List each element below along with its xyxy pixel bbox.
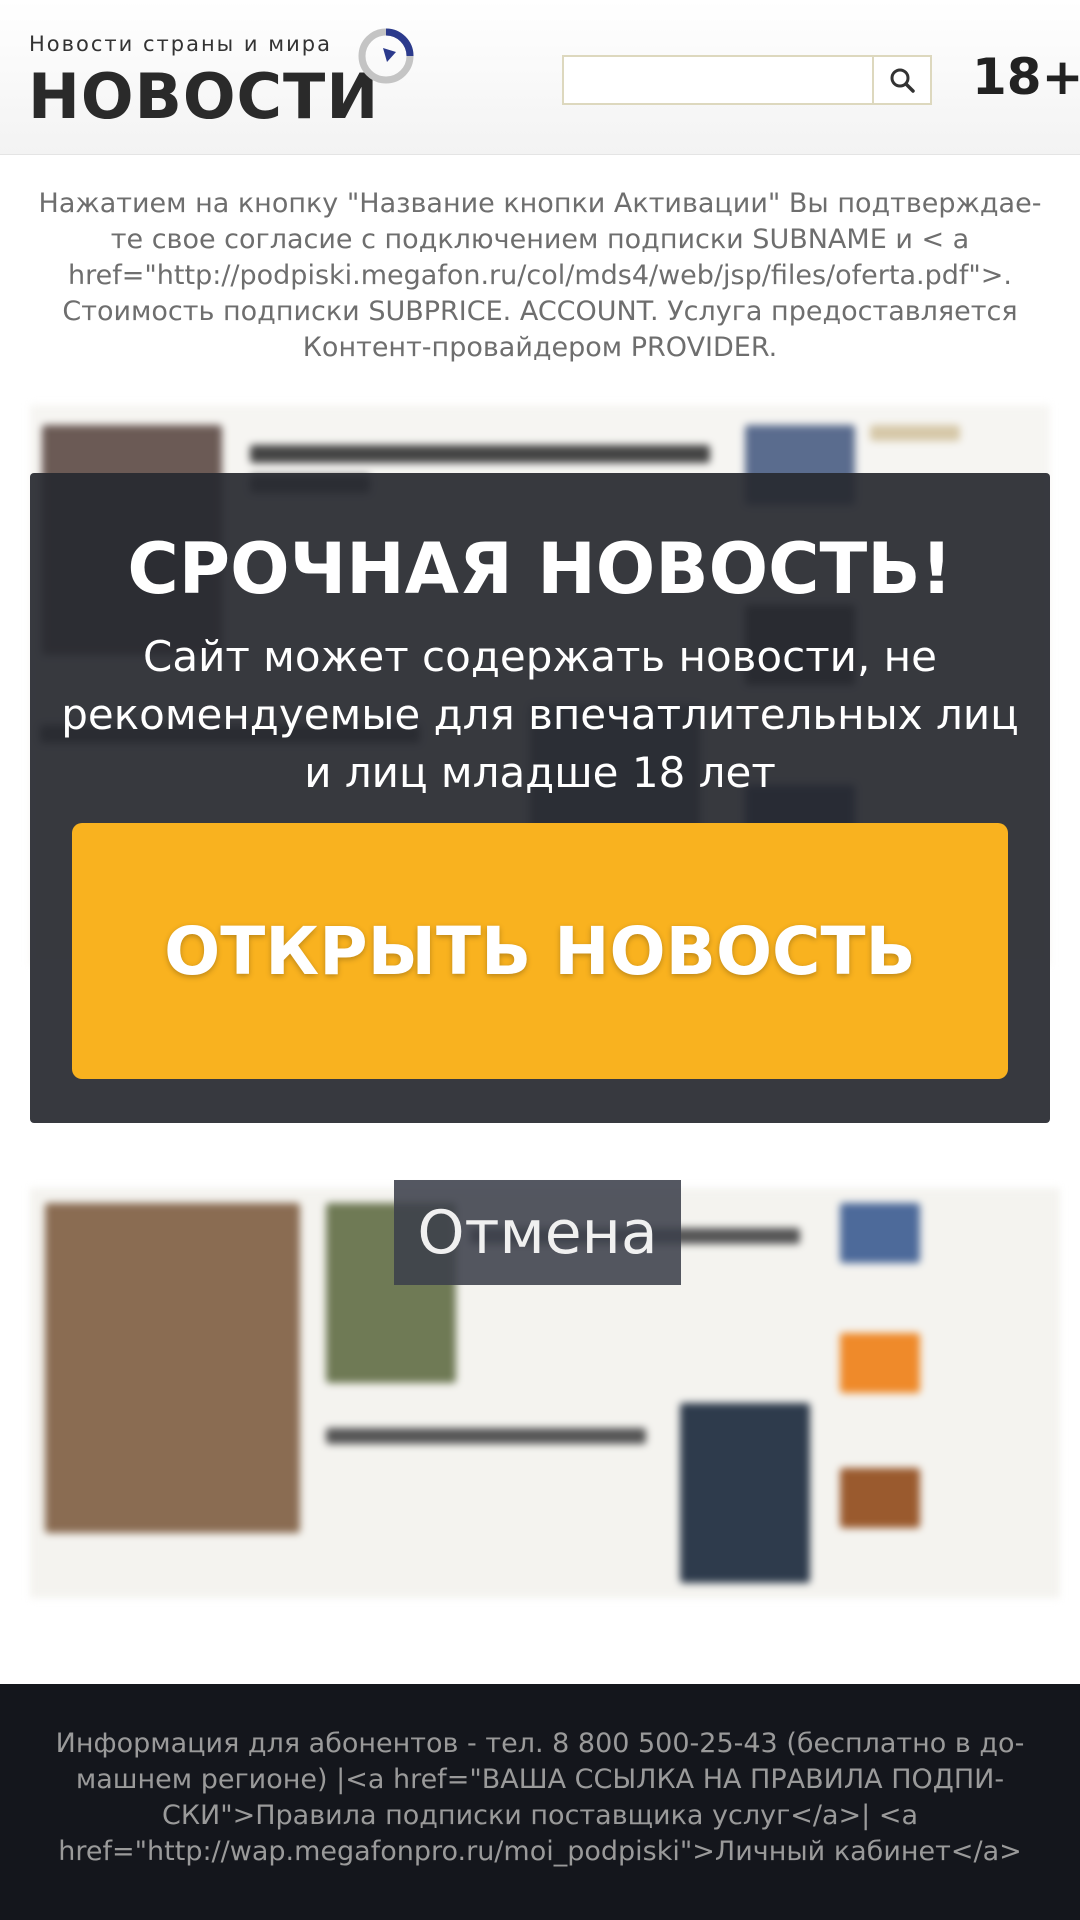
search-box [562,55,932,105]
modal-message: Сайт может содержать новости, не рекомен… [61,632,1019,797]
blurred-thumb [840,1333,920,1393]
search-button[interactable] [872,57,930,103]
site-header: Новости страны и мира НОВОСТИ 18+ [0,0,1080,155]
blurred-thumb [45,1203,300,1533]
logo-mark-icon [358,28,414,84]
open-news-button[interactable]: ОТКРЫТЬ НОВОСТЬ [72,823,1008,1079]
blurred-tag [870,425,960,441]
footer-info: Информация для абонентов - тел. 8 800 50… [55,1728,1025,1867]
search-icon [890,68,915,93]
cancel-button[interactable]: Отмена [394,1180,681,1285]
blurred-thumb [840,1203,920,1263]
logo-subtitle: Новости страны и мира [29,32,332,56]
blurred-line [250,445,710,463]
blurred-thumb [680,1403,810,1583]
modal-title: СРОЧНАЯ НОВОСТЬ! [127,528,953,610]
site-footer: Информация для абонентов - тел. 8 800 50… [0,1684,1080,1920]
age-badge: 18+ [972,48,1080,106]
blurred-line [326,1428,646,1444]
subscription-disclaimer: Нажатием на кнопку "Название кнопки Акти… [38,188,1042,363]
adult-warning-modal: СРОЧНАЯ НОВОСТЬ! Сайт может содержать но… [30,473,1050,1123]
blurred-thumb [840,1468,920,1528]
search-input[interactable] [564,57,872,103]
logo-title[interactable]: НОВОСТИ [28,60,379,133]
